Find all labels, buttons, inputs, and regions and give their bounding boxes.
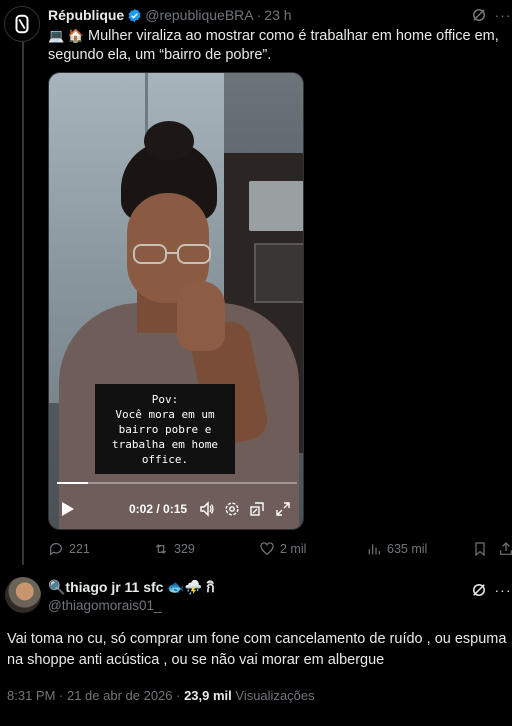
- bookmark-button[interactable]: [472, 541, 488, 557]
- like-count: 2 mil: [280, 542, 307, 556]
- tweet-meta: 8:31 PM · 21 de abr de 2026 · 23,9 mil V…: [7, 688, 315, 703]
- views-count: 635 mil: [387, 542, 428, 556]
- tweet-header: République @republiqueBRA · 23 h ···: [48, 5, 512, 25]
- video-progress-fill: [57, 482, 89, 484]
- thread-line: [22, 40, 24, 565]
- video-progress-bar[interactable]: [57, 482, 297, 484]
- reply-author-name[interactable]: 🔍thiago jr 11 sfc 🐟⛈️ กิ: [48, 577, 215, 599]
- grok-icon[interactable]: [470, 6, 488, 24]
- more-options-icon[interactable]: ···: [494, 581, 512, 599]
- grok-icon[interactable]: [470, 581, 488, 599]
- reply-views-label: Visualizações: [231, 688, 315, 703]
- video-controls: 0:02 / 0:15: [49, 489, 303, 529]
- reply-author-handle[interactable]: @thiagomorais01_: [48, 598, 162, 613]
- reply-count: 221: [69, 542, 90, 556]
- reply-text: Vai toma no cu, só comprar um fone com c…: [7, 631, 507, 668]
- picture-in-picture-icon[interactable]: [249, 501, 265, 517]
- video-caption: Pov: Você mora em um bairro pobre e trab…: [95, 384, 235, 474]
- share-icon: [500, 542, 512, 555]
- reply-timestamp[interactable]: 8:31 PM · 21 de abr de 2026 ·: [7, 688, 184, 703]
- reply-avatar[interactable]: [5, 577, 41, 613]
- tweet-body: Mulher viraliza ao mostrar como é trabal…: [48, 28, 499, 63]
- retweet-count: 329: [174, 542, 195, 556]
- tweet-text: 💻 🏠 Mulher viraliza ao mostrar como é tr…: [48, 26, 508, 65]
- tweet-emoji: 💻 🏠: [48, 28, 84, 43]
- like-button[interactable]: 2 mil: [259, 541, 306, 557]
- video-player[interactable]: Pov: Você mora em um bairro pobre e trab…: [48, 72, 304, 530]
- reply-icon: [50, 543, 62, 556]
- settings-icon[interactable]: [224, 501, 240, 517]
- verified-badge-icon: [127, 8, 142, 23]
- play-icon[interactable]: [61, 501, 75, 517]
- author-handle[interactable]: @republiqueBRA: [145, 7, 253, 23]
- views-button[interactable]: 635 mil: [366, 541, 427, 557]
- heart-icon: [260, 542, 274, 556]
- bookmark-icon: [475, 542, 485, 557]
- tweet-actions: 221 329 2 mil 635 mil: [48, 540, 512, 560]
- volume-icon[interactable]: [199, 501, 215, 517]
- analytics-icon: [368, 544, 380, 555]
- fullscreen-icon[interactable]: [275, 501, 291, 517]
- separator-dot: ·: [256, 7, 262, 23]
- tweet-time[interactable]: 23 h: [264, 7, 291, 23]
- republique-logo-icon: [15, 14, 29, 34]
- author-name[interactable]: République: [48, 7, 124, 23]
- avatar[interactable]: [4, 6, 40, 42]
- share-button[interactable]: [498, 541, 512, 557]
- retweet-button[interactable]: 329: [153, 541, 195, 557]
- video-time: 0:02 / 0:15: [129, 502, 188, 516]
- reply-button[interactable]: 221: [48, 541, 90, 557]
- more-options-icon[interactable]: ···: [494, 6, 512, 24]
- retweet-icon: [155, 544, 167, 554]
- reply-views-count: 23,9 mil: [184, 688, 232, 703]
